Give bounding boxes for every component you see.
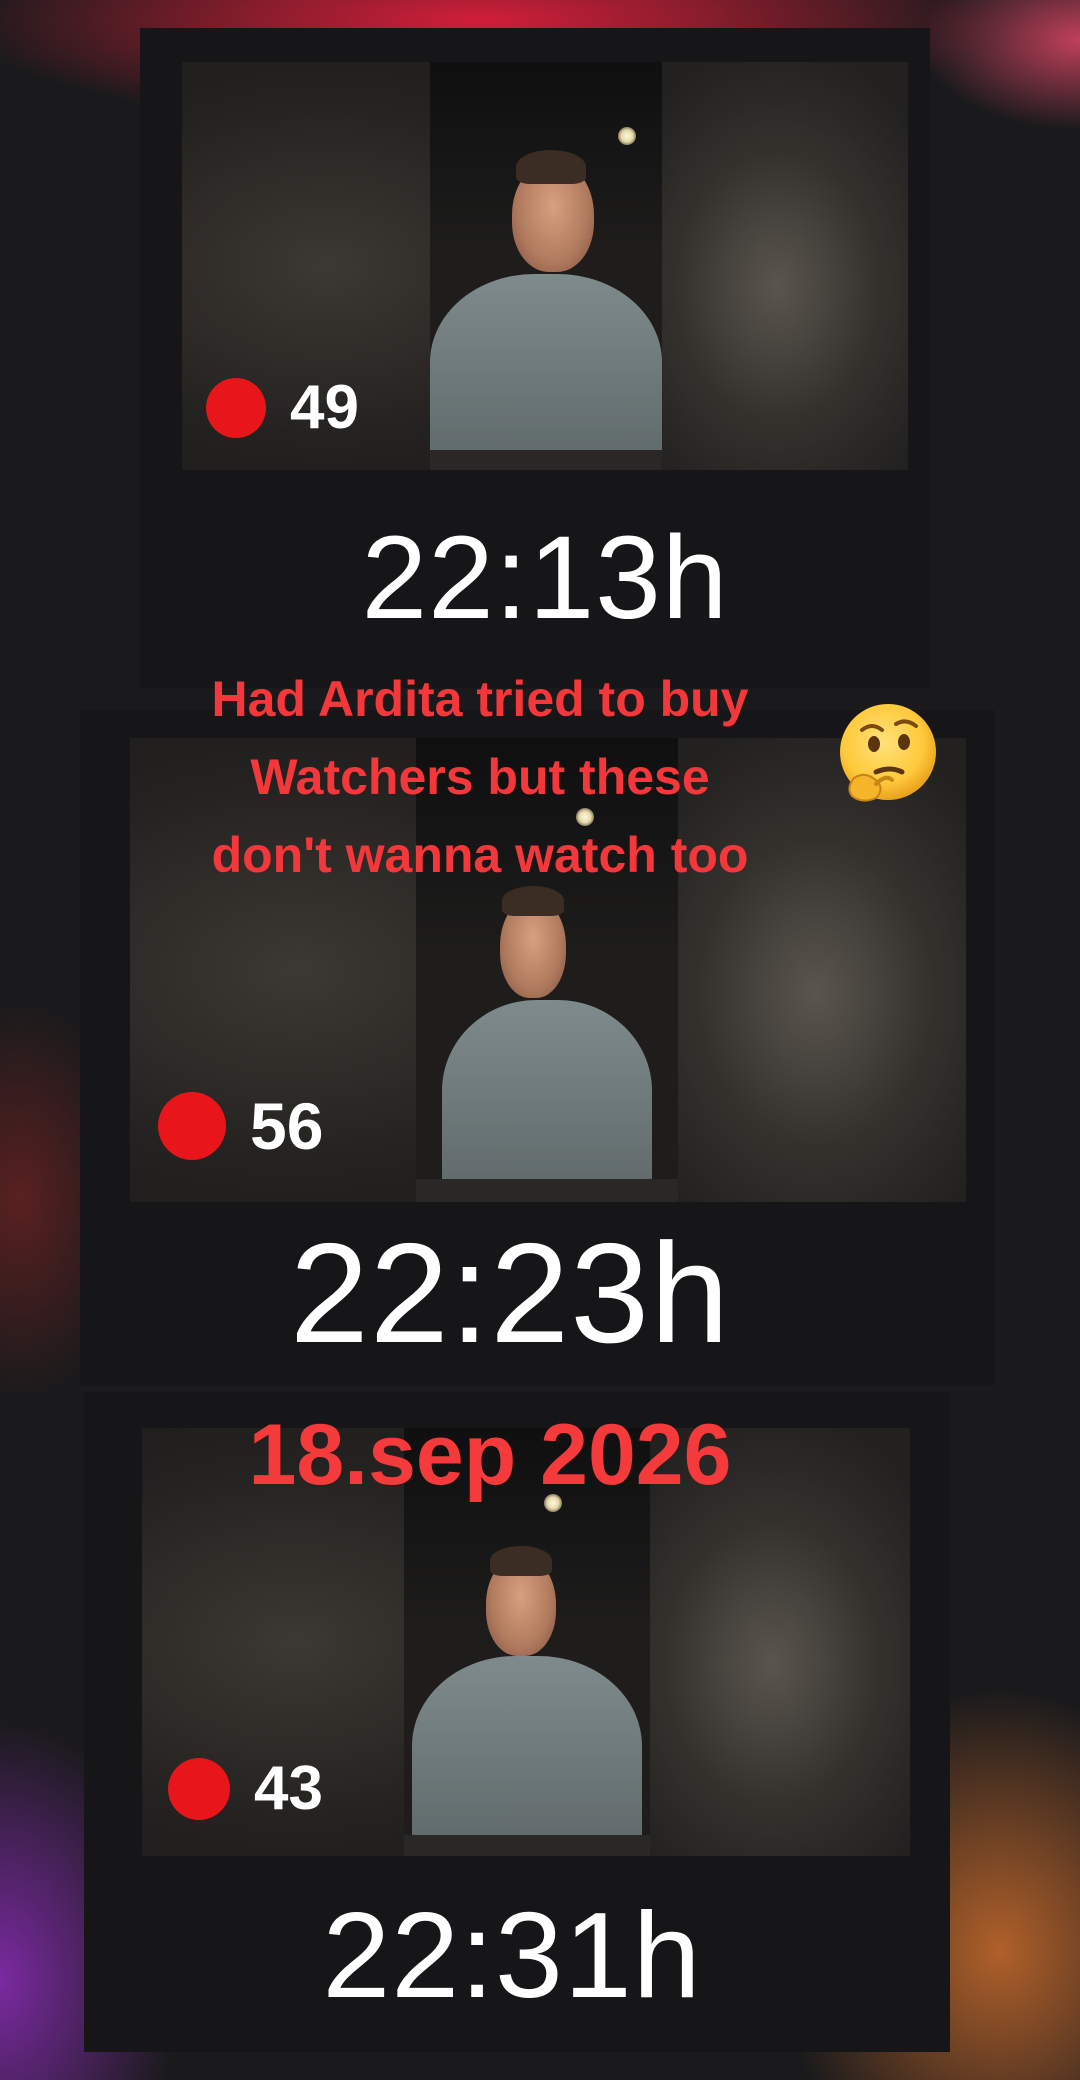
live-video-1	[430, 62, 662, 470]
blurred-side	[646, 62, 908, 470]
collage-canvas: 49 22:13h 56 22:23h Had Ardita tried to …	[0, 0, 1080, 2080]
date-overlay: 18.sep 2026	[248, 1407, 732, 1503]
person-shirt	[430, 274, 662, 470]
viewer-badge-1: 49	[206, 372, 359, 443]
caption-line-3: don't wanna watch too	[211, 827, 749, 883]
live-dot-icon	[206, 377, 266, 438]
person-shirt	[412, 1656, 642, 1856]
live-dot-icon	[168, 1757, 230, 1820]
timestamp-3: 22:31h	[322, 1887, 702, 2023]
timestamp-1: 22:13h	[361, 512, 729, 644]
overlay-caption: Had Ardita tried to buy Watchers but the…	[150, 660, 810, 894]
viewer-count-1: 49	[290, 373, 359, 442]
person-shirt	[442, 1000, 652, 1202]
viewer-badge-2: 56	[158, 1088, 323, 1164]
timestamp-2: 22:23h	[289, 1214, 731, 1373]
live-dot-icon	[158, 1092, 226, 1160]
thinking-face-icon	[840, 704, 936, 802]
person-hair	[516, 150, 586, 184]
viewer-count-2: 56	[250, 1089, 324, 1163]
caption-line-2: Watchers but these	[250, 749, 710, 805]
viewer-badge-3: 43	[168, 1753, 323, 1824]
viewer-count-3: 43	[254, 1754, 323, 1823]
panel-1-video-frame: 49	[182, 62, 908, 470]
person-hair	[490, 1546, 552, 1576]
ceiling-light	[618, 127, 636, 145]
caption-line-1: Had Ardita tried to buy	[211, 671, 749, 727]
